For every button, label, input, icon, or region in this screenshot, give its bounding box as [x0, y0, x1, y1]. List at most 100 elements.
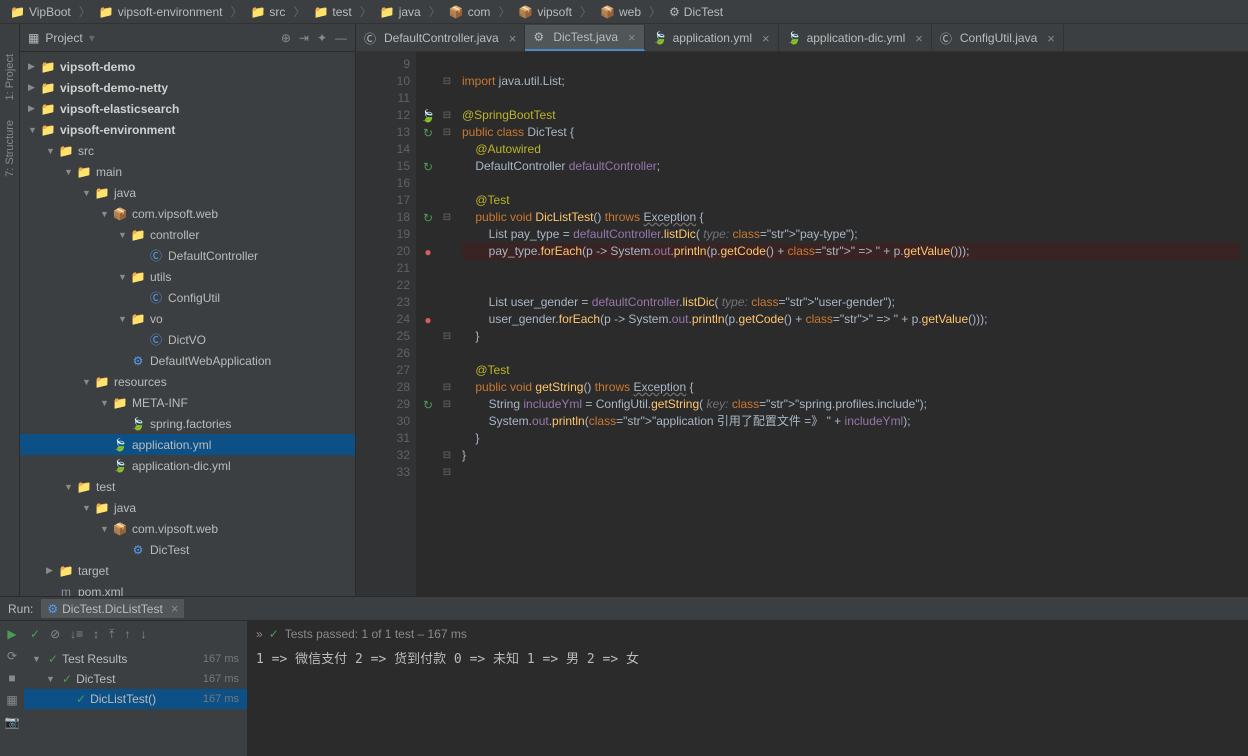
- tree-arrow-icon[interactable]: ▼: [46, 146, 58, 156]
- tree-node[interactable]: ⒸDefaultController: [20, 245, 355, 266]
- test-result-row[interactable]: ✓DicListTest()167 ms: [24, 689, 247, 709]
- close-icon[interactable]: ×: [509, 31, 517, 46]
- fold-icon[interactable]: [440, 430, 454, 447]
- failed-filter-icon[interactable]: ⊘: [50, 627, 60, 641]
- tree-node[interactable]: ▼📦com.vipsoft.web: [20, 203, 355, 224]
- tree-node[interactable]: ▼📁utils: [20, 266, 355, 287]
- gutter-marker[interactable]: ↻: [416, 396, 440, 413]
- gutter-marker[interactable]: [416, 328, 440, 345]
- gutter-marker[interactable]: [416, 413, 440, 430]
- stop-button[interactable]: ■: [8, 671, 15, 685]
- gutter-marker[interactable]: [416, 277, 440, 294]
- tree-node[interactable]: ⒸConfigUtil: [20, 287, 355, 308]
- tree-arrow-icon[interactable]: ▼: [82, 503, 94, 513]
- fold-icon[interactable]: [440, 243, 454, 260]
- tree-arrow-icon[interactable]: ▼: [118, 314, 130, 324]
- fold-icon[interactable]: [440, 294, 454, 311]
- fold-icon[interactable]: [440, 311, 454, 328]
- tree-node[interactable]: ▼📁vo: [20, 308, 355, 329]
- tree-node[interactable]: ▼📁resources: [20, 371, 355, 392]
- editor-tab[interactable]: ⒸConfigUtil.java×: [932, 25, 1064, 51]
- tree-arrow-icon[interactable]: ▼: [100, 209, 112, 219]
- tree-node[interactable]: ▼📁controller: [20, 224, 355, 245]
- collapse-all-icon[interactable]: ⤒: [109, 627, 114, 642]
- tree-node[interactable]: 🍃application.yml: [20, 434, 355, 455]
- tree-arrow-icon[interactable]: ▶: [46, 565, 58, 576]
- fold-icon[interactable]: ⊟: [440, 124, 454, 141]
- gutter-marker[interactable]: 🍃: [416, 107, 440, 124]
- tree-node[interactable]: ▶📁vipsoft-elasticsearch: [20, 98, 355, 119]
- code-content[interactable]: import java.util.List; @SpringBootTestpu…: [454, 52, 1248, 596]
- console-output[interactable]: 1 => 微信支付 2 => 货到付款 0 => 未知 1 => 男 2 => …: [248, 647, 1248, 756]
- editor-tab[interactable]: 🍃application-dic.yml×: [779, 25, 932, 51]
- gutter-marker[interactable]: ↻: [416, 158, 440, 175]
- fold-icon[interactable]: [440, 277, 454, 294]
- passed-filter-icon[interactable]: ✓: [30, 627, 40, 641]
- editor-tab[interactable]: 🍃application.yml×: [645, 25, 779, 51]
- test-result-row[interactable]: ▼✓DicTest167 ms: [24, 669, 247, 689]
- fold-icon[interactable]: [440, 175, 454, 192]
- gutter-marker[interactable]: [416, 260, 440, 277]
- project-tree[interactable]: ▶📁vipsoft-demo▶📁vipsoft-demo-netty▶📁vips…: [20, 52, 355, 596]
- tree-arrow-icon[interactable]: ▼: [64, 167, 76, 177]
- breadcrumb-item[interactable]: 📦vipsoft: [514, 3, 576, 21]
- tree-node[interactable]: ▼📁java: [20, 497, 355, 518]
- gutter-marker[interactable]: [416, 90, 440, 107]
- gutter-marker[interactable]: [416, 379, 440, 396]
- tree-node[interactable]: ▼📁META-INF: [20, 392, 355, 413]
- fold-icon[interactable]: ⊟: [440, 73, 454, 90]
- breadcrumb-item[interactable]: 📁test: [309, 3, 355, 21]
- tree-arrow-icon[interactable]: ▼: [82, 188, 94, 198]
- sort-icon[interactable]: ↓≡: [70, 627, 83, 641]
- gutter-marker[interactable]: [416, 362, 440, 379]
- rail-structure[interactable]: 7: Structure: [4, 120, 16, 177]
- close-icon[interactable]: ×: [1047, 31, 1055, 46]
- editor-tab[interactable]: ⚙DicTest.java×: [525, 25, 644, 51]
- locate-icon[interactable]: ⊕: [281, 31, 291, 45]
- expand-icon[interactable]: ↕: [93, 627, 99, 641]
- layout-button[interactable]: ▦: [6, 693, 17, 707]
- fold-icon[interactable]: [440, 192, 454, 209]
- breadcrumb-item[interactable]: 📦web: [596, 3, 645, 21]
- close-icon[interactable]: ×: [171, 601, 179, 616]
- prev-icon[interactable]: ↑: [124, 627, 130, 641]
- gutter-marker[interactable]: ●: [416, 243, 440, 260]
- camera-icon[interactable]: 📷: [5, 715, 20, 729]
- tree-arrow-icon[interactable]: ▼: [64, 482, 76, 492]
- gutter-marker[interactable]: ↻: [416, 124, 440, 141]
- editor-tab[interactable]: ⒸDefaultController.java×: [356, 25, 525, 51]
- gutter-marker[interactable]: [416, 294, 440, 311]
- fold-icon[interactable]: [440, 158, 454, 175]
- run-tab[interactable]: ⚙ DicTest.DicListTest ×: [41, 599, 184, 618]
- tree-node[interactable]: ▼📁src: [20, 140, 355, 161]
- tree-arrow-icon[interactable]: ▼: [118, 272, 130, 282]
- collapse-icon[interactable]: ⇥: [299, 31, 309, 45]
- gutter-marker[interactable]: [416, 192, 440, 209]
- fold-icon[interactable]: ⊟: [440, 396, 454, 413]
- gutter-marker[interactable]: [416, 141, 440, 158]
- tree-node[interactable]: ▼📁test: [20, 476, 355, 497]
- close-icon[interactable]: ×: [915, 31, 923, 46]
- breadcrumb-item[interactable]: 📁VipBoot: [6, 3, 75, 21]
- debug-button[interactable]: ⟳: [7, 649, 17, 663]
- fold-icon[interactable]: [440, 260, 454, 277]
- close-icon[interactable]: ×: [628, 30, 636, 45]
- tree-arrow-icon[interactable]: ▼: [100, 524, 112, 534]
- fold-icon[interactable]: ⊟: [440, 379, 454, 396]
- tree-arrow-icon[interactable]: ▶: [28, 103, 40, 114]
- gutter-marker[interactable]: [416, 226, 440, 243]
- test-result-row[interactable]: ▼✓Test Results167 ms: [24, 649, 247, 669]
- breadcrumb-item[interactable]: ⚙DicTest: [665, 3, 727, 21]
- next-icon[interactable]: ↓: [140, 627, 146, 641]
- tree-node[interactable]: mpom.xml: [20, 581, 355, 596]
- gutter-marker[interactable]: ↻: [416, 209, 440, 226]
- tree-node[interactable]: ⚙DicTest: [20, 539, 355, 560]
- gutter-marker[interactable]: [416, 56, 440, 73]
- tree-node[interactable]: ▼📦com.vipsoft.web: [20, 518, 355, 539]
- gutter-marker[interactable]: [416, 73, 440, 90]
- tree-node[interactable]: ▼📁main: [20, 161, 355, 182]
- chevron-icon[interactable]: »: [256, 627, 263, 641]
- tree-node[interactable]: 🍃spring.factories: [20, 413, 355, 434]
- fold-icon[interactable]: [440, 226, 454, 243]
- tree-node[interactable]: ▶📁vipsoft-demo: [20, 56, 355, 77]
